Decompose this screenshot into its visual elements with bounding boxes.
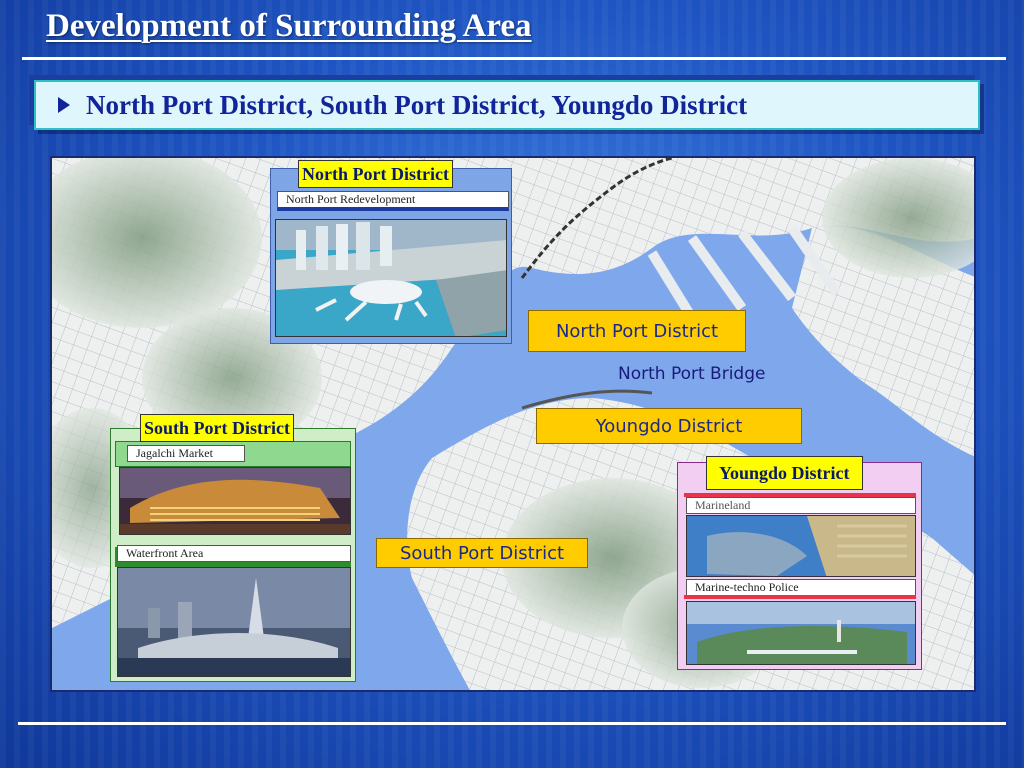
south-port-panel-title: South Port District — [140, 414, 294, 442]
north-port-caption: North Port Redevelopment — [277, 191, 509, 211]
subtitle-box: North Port District, South Port District… — [34, 80, 980, 130]
map-callout-youngdo: Youngdo District — [536, 408, 802, 444]
slide-title: Development of Surrounding Area — [46, 8, 532, 44]
north-port-rendering-image — [275, 219, 507, 337]
footer-divider — [18, 722, 1006, 725]
map-callout-south-port: South Port District — [376, 538, 588, 568]
marine-techno-police-image — [686, 601, 916, 665]
title-divider — [22, 57, 1006, 60]
youngdo-strip-2 — [684, 595, 916, 599]
waterfront-area-image — [117, 567, 351, 677]
waterfront-area-caption: Waterfront Area — [117, 545, 351, 562]
youngdo-panel: Marineland Marine-techno Police — [677, 462, 922, 670]
north-port-panel-title: North Port District — [298, 160, 453, 188]
subtitle-text: North Port District, South Port District… — [86, 89, 748, 120]
marineland-image — [686, 515, 916, 577]
map-label-north-port-bridge: North Port Bridge — [618, 364, 766, 384]
map-callout-north-port: North Port District — [528, 310, 746, 352]
youngdo-panel-title: Youngdo District — [706, 456, 863, 490]
marine-techno-police-caption: Marine-techno Police — [686, 579, 916, 596]
south-port-panel: Jagalchi Market Waterfront Area — [110, 428, 356, 682]
marineland-caption: Marineland — [686, 497, 916, 514]
jagalchi-market-image — [119, 467, 351, 535]
jagalchi-market-caption: Jagalchi Market — [127, 445, 245, 462]
bullet-triangle-icon — [58, 97, 70, 113]
north-port-panel: North Port Redevelopment — [270, 168, 512, 344]
